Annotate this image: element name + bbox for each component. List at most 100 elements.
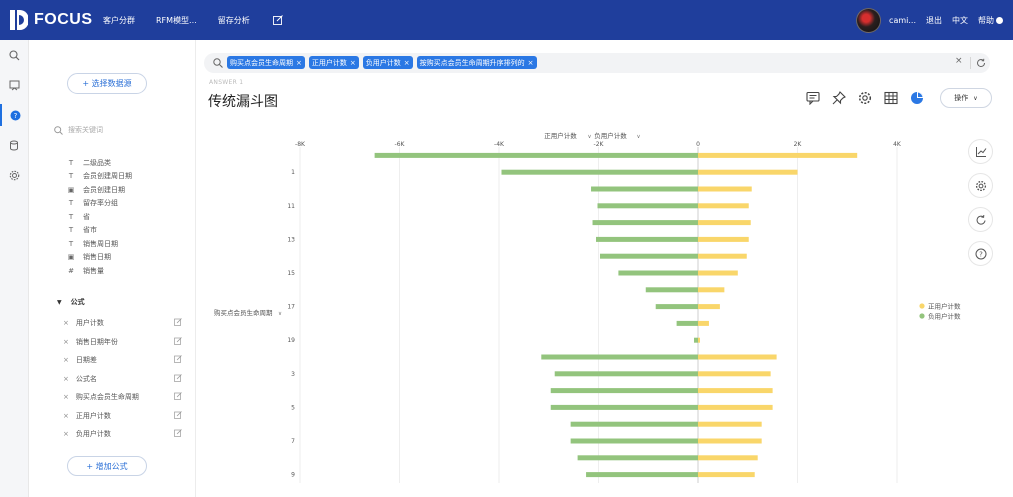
formula-section-header[interactable]: ▼ 公式	[57, 297, 85, 307]
edit-icon[interactable]	[174, 392, 182, 400]
pin-button[interactable]	[831, 90, 847, 106]
clear-query-button[interactable]: ×	[955, 56, 963, 66]
list-item[interactable]: T 省市	[67, 224, 132, 238]
header-measure-negative: 负用户计数	[594, 131, 627, 140]
rail-question[interactable]: ?	[0, 104, 29, 126]
chart-settings-button[interactable]	[968, 173, 993, 198]
bar-positive	[698, 404, 773, 410]
logout-link[interactable]: 退出	[926, 15, 942, 26]
list-item[interactable]: # 销售量	[67, 264, 132, 278]
axis-button[interactable]	[968, 139, 993, 164]
help-link[interactable]: 帮助	[978, 15, 1003, 26]
rail-data[interactable]	[0, 134, 29, 156]
list-item[interactable]: T省	[67, 210, 132, 224]
settings-button[interactable]	[857, 90, 873, 106]
close-icon[interactable]: ×	[296, 59, 302, 67]
caret-down-icon: ▼	[57, 298, 62, 306]
list-item[interactable]: × 购买点会员生命周期	[63, 388, 182, 407]
x-tick-label: -4K	[494, 141, 505, 148]
nav-rfm-model[interactable]: RFM模型...	[156, 15, 197, 26]
query-bar[interactable]: 购买点会员生命周期 × 正用户计数 × 负用户计数 × 按购买点会员生命周期升序排列的…	[204, 53, 990, 73]
remove-icon[interactable]: ×	[63, 319, 69, 327]
remove-icon[interactable]: ×	[63, 375, 69, 383]
close-icon[interactable]: ×	[404, 59, 410, 67]
edit-icon[interactable]	[174, 410, 182, 419]
list-item[interactable]: × 用户计数	[63, 314, 182, 333]
remove-icon[interactable]: ×	[63, 393, 69, 401]
edit-icon[interactable]	[174, 373, 182, 382]
query-chip[interactable]: 正用户计数 ×	[308, 56, 359, 69]
pin-icon	[832, 91, 846, 105]
remove-icon[interactable]: ×	[63, 356, 69, 364]
add-formula-button[interactable]: + 增加公式	[67, 456, 147, 476]
list-item[interactable]: T 销售周日期	[67, 237, 132, 251]
user-avatar[interactable]	[856, 7, 882, 33]
list-item[interactable]: T 留存率分组	[67, 197, 132, 211]
select-datasource-button[interactable]: + 选择数据源	[67, 73, 147, 94]
rail-board[interactable]	[0, 74, 29, 96]
list-item[interactable]: × 公式名	[63, 370, 182, 389]
nav-retention-analysis[interactable]: 留存分析	[218, 15, 250, 26]
language-switch[interactable]: 中文	[952, 15, 968, 26]
edit-icon[interactable]	[174, 355, 182, 363]
reset-button[interactable]	[968, 207, 993, 232]
bar-positive	[698, 220, 751, 226]
query-chip[interactable]: 负用户计数 ×	[362, 56, 413, 69]
table-view-button[interactable]	[883, 90, 899, 106]
query-chip[interactable]: 购买点会员生命周期 ×	[227, 56, 305, 69]
remove-icon[interactable]: ×	[63, 412, 69, 420]
refresh-icon[interactable]	[976, 58, 986, 68]
edit-icon[interactable]	[174, 336, 182, 345]
list-item[interactable]: T 二级品类	[67, 156, 132, 170]
edit-icon[interactable]	[272, 15, 283, 25]
edit-icon[interactable]	[174, 429, 182, 437]
query-chip[interactable]: 按购买点会员生命周期升序排列的 ×	[416, 56, 537, 69]
list-item[interactable]: ▣ 销售日期	[67, 251, 132, 265]
gear-icon	[975, 180, 986, 191]
bar-negative	[577, 455, 698, 461]
search-placeholder: 搜索关键词	[68, 126, 103, 134]
keyword-search-input[interactable]: 搜索关键词	[54, 122, 184, 138]
bar-negative	[550, 404, 698, 410]
operations-button[interactable]: 操作 ∨	[940, 88, 992, 108]
close-icon[interactable]: ×	[528, 59, 534, 67]
pie-chart-icon	[911, 92, 923, 104]
remove-icon[interactable]: ×	[63, 430, 69, 438]
comment-button[interactable]	[805, 90, 821, 106]
nav-customer-segmentation[interactable]: 客户分群	[103, 15, 135, 26]
rail-search[interactable]	[0, 44, 29, 66]
close-icon[interactable]: ×	[350, 59, 356, 67]
list-item[interactable]: × 正用户计数	[63, 407, 182, 426]
formula-label: 用户计数	[75, 319, 104, 328]
list-item[interactable]: × 销售日期年份	[63, 333, 182, 352]
rail-settings[interactable]	[0, 164, 29, 186]
list-item[interactable]: ▣ 会员创建日期	[67, 183, 132, 197]
user-name[interactable]: cami...	[889, 16, 916, 25]
help-button[interactable]: ?	[968, 241, 993, 266]
field-label: 会员创建日期	[83, 185, 125, 194]
x-tick-label: 0	[696, 141, 700, 148]
list-item[interactable]: T 会员创建周日期	[67, 170, 132, 184]
legend-marker	[919, 313, 925, 319]
focus-logo[interactable]: FOCUS	[10, 9, 93, 31]
bar-positive	[698, 388, 773, 394]
chevron-down-icon: ∨	[973, 94, 978, 102]
y-tick-label: 17	[287, 304, 295, 311]
data-panel: + 选择数据源 搜索关键词 T 二级品类 T 会员创建周日期 ▣ 会员创建日期 T 留存…	[29, 40, 196, 497]
formula-label: 公式名	[75, 374, 97, 383]
field-label: 销售日期	[83, 253, 111, 262]
y-tick-label: 3	[291, 371, 295, 378]
list-item[interactable]: × 负用户计数	[63, 425, 182, 444]
chart-view-button[interactable]	[909, 90, 925, 106]
focus-logo-icon	[10, 10, 28, 30]
edit-icon[interactable]	[174, 318, 182, 326]
legend-marker	[919, 303, 925, 309]
bar-negative	[676, 320, 698, 326]
user-area: cami... 退出 中文 帮助	[856, 0, 1013, 40]
bar-negative	[694, 337, 698, 343]
list-item[interactable]: × 日期差	[63, 351, 182, 370]
field-label: 销售周日期	[83, 239, 118, 248]
table-icon	[884, 91, 898, 105]
answer-toolbar	[805, 90, 935, 106]
remove-icon[interactable]: ×	[63, 338, 69, 346]
